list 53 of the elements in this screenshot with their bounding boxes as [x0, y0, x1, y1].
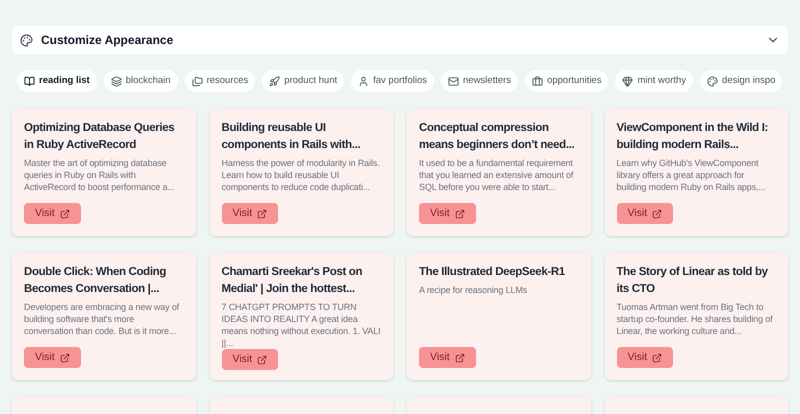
card-description: Master the art of optimizing database queries in Ruby on Rails with ActiveRecord to boost performance a...	[24, 157, 176, 193]
card-title: Conceptual compression means beginners don’t need...	[419, 121, 576, 153]
category-tab[interactable]: product hunt	[262, 70, 344, 92]
palette-icon	[20, 34, 33, 46]
card-description: A recipe for reasoning LLMs	[419, 284, 528, 296]
category-tab[interactable]: mint worthy	[615, 70, 694, 92]
visit-button[interactable]: Visit	[222, 349, 278, 370]
visit-button[interactable]: Visit	[419, 347, 476, 368]
book-icon	[24, 76, 35, 86]
card-title: ViewComponent in the Wild I: building modern Rails...	[616, 121, 770, 153]
external-link-icon	[454, 352, 465, 362]
card-title: The Story of Linear as told by its CTO	[616, 265, 769, 297]
card-description: It used to be a fundamental requirement that you learned an extensive amount of SQL before you were able to start...	[419, 157, 574, 193]
visit-button[interactable]: Visit	[419, 203, 476, 224]
layers-icon	[110, 76, 122, 86]
card-title: Chamarti Sreekar's Post on Medial' | Join the hottest...	[222, 265, 364, 297]
card-title: The Illustrated DeepSeek-R1	[419, 265, 566, 280]
external-link-icon	[454, 208, 465, 218]
folders-icon	[192, 76, 203, 86]
external-link-icon	[652, 208, 662, 218]
visit-button[interactable]: Visit	[616, 203, 674, 224]
user-icon	[358, 76, 370, 86]
visit-button[interactable]: Visit	[24, 347, 81, 368]
card-title: Optimizing Database Queries in Ruby ActiveRecord	[24, 121, 176, 153]
card-description: Harness the power of modularity in Rails. Learn how to build reusable UI components to reduce code duplicati...	[222, 157, 380, 193]
external-link-icon	[257, 354, 268, 364]
external-link-icon	[60, 208, 70, 218]
category-tab[interactable]: blockchain	[104, 70, 178, 92]
category-tab[interactable]: resources	[184, 70, 256, 92]
visit-button[interactable]: Visit	[222, 203, 278, 224]
external-link-icon	[652, 352, 662, 362]
category-tab[interactable]: newsletters	[441, 70, 518, 92]
panel-title: Customize Appearance	[41, 32, 174, 49]
card-description: 7 CHATGPT PROMPTS TO TURN IDEAS INTO REALITY A great idea means nothing without execution. 1. VALI ||...	[222, 301, 381, 349]
rocket-icon	[269, 76, 280, 86]
external-link-icon	[60, 352, 70, 362]
card-description: Developers are embracing a new way of building software that's more conversation than code. But is it more...	[24, 301, 180, 337]
category-tab[interactable]: opportunities	[525, 70, 608, 92]
card-description: Tuomas Artman went from Big Tech to startup co-founder. He shares building of Linear, the working culture and...	[616, 301, 774, 337]
gem-icon	[622, 76, 634, 86]
category-tab[interactable]: design inspo	[700, 70, 782, 92]
category-tab[interactable]: fav portfolios	[351, 70, 434, 92]
briefcase-icon	[532, 76, 544, 86]
card-description: Learn why GitHub's ViewComponent library offers a great approach for building modern Ruby on Rails apps,...	[616, 157, 766, 193]
card-title: Building reusable UI components in Rails with...	[222, 121, 362, 153]
palette-icon	[707, 76, 718, 86]
external-link-icon	[257, 208, 268, 218]
visit-button[interactable]: Visit	[24, 203, 81, 224]
card-title: Double Click: When Coding Becomes Conversation |...	[24, 265, 168, 297]
appearance-panel[interactable]: Customize Appearance	[12, 26, 788, 54]
visit-button[interactable]: Visit	[616, 347, 674, 368]
mail-icon	[448, 76, 459, 86]
category-tab[interactable]: reading list	[17, 70, 97, 92]
